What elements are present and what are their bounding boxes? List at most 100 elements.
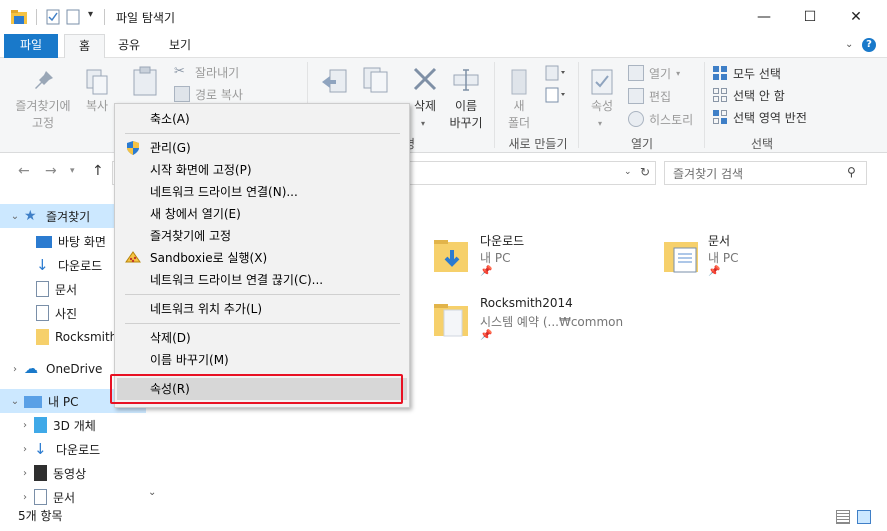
downloads-folder-icon bbox=[432, 236, 472, 276]
menu-item-map-network-drive[interactable]: 네트워크 드라이브 연결(N)... bbox=[117, 181, 407, 203]
desktop-icon bbox=[36, 236, 52, 248]
properties-quick-icon[interactable] bbox=[46, 9, 60, 25]
rename-button[interactable]: 이름 바꾸기 bbox=[446, 64, 486, 130]
nav-item-videos[interactable]: › 동영상 bbox=[0, 461, 86, 485]
menu-item-pin-quick-access[interactable]: 즐겨찾기에 고정 bbox=[117, 225, 407, 247]
recent-dropdown-icon[interactable]: ▾ bbox=[70, 166, 75, 176]
tab-file[interactable]: 파일 bbox=[4, 34, 58, 58]
nav-item-label: 동영상 bbox=[53, 466, 87, 481]
item-count: 5개 항목 bbox=[18, 509, 63, 523]
path-icon bbox=[174, 86, 190, 102]
menu-item-open-new-window[interactable]: 새 창에서 열기(E) bbox=[117, 203, 407, 225]
menu-item-rename[interactable]: 이름 바꾸기(M) bbox=[117, 349, 407, 371]
document-icon bbox=[36, 281, 49, 297]
back-arrow-icon[interactable]: ← bbox=[18, 163, 30, 179]
menu-item-delete[interactable]: 삭제(D) bbox=[117, 327, 407, 349]
minimize-button[interactable]: — bbox=[741, 0, 787, 34]
nav-item-label: 문서 bbox=[55, 282, 78, 297]
menu-item-collapse[interactable]: 축소(A) bbox=[117, 108, 407, 130]
new-folder-quick-icon[interactable] bbox=[66, 9, 80, 25]
tile-documents[interactable]: 문서 내 PC 📌 bbox=[662, 232, 862, 280]
refresh-icon[interactable]: ↻ bbox=[640, 165, 650, 179]
tile-downloads[interactable]: 다운로드 내 PC 📌 bbox=[432, 232, 632, 280]
chevron-right-icon: › bbox=[23, 491, 27, 503]
properties-button[interactable]: 속성 ▾ bbox=[584, 64, 620, 130]
open-button[interactable]: 열기 ▾ bbox=[628, 62, 680, 84]
menu-item-pin-to-start[interactable]: 시작 화면에 고정(P) bbox=[117, 159, 407, 181]
move-to-icon[interactable] bbox=[320, 68, 348, 96]
address-dropdown-icon[interactable]: ⌄ bbox=[624, 167, 632, 177]
computer-icon bbox=[24, 396, 42, 408]
new-folder-label-2: 폴더 bbox=[507, 116, 531, 130]
open-icon bbox=[628, 65, 644, 81]
nav-onedrive[interactable]: › ☁ OneDrive bbox=[0, 357, 102, 381]
nav-item-label: 바탕 화면 bbox=[58, 234, 106, 249]
copy-button[interactable]: 복사 bbox=[80, 64, 114, 130]
tab-home[interactable]: 홈 bbox=[64, 34, 106, 59]
delete-button[interactable]: 삭제 ▾ bbox=[406, 64, 444, 130]
clipboard-icon bbox=[132, 66, 158, 96]
nav-quick-access-label: 즐겨찾기 bbox=[46, 209, 91, 224]
separator bbox=[494, 62, 495, 148]
cut-button[interactable]: ✂ 잘라내기 bbox=[174, 61, 239, 83]
tile-name: Rocksmith2014 bbox=[480, 296, 573, 310]
menu-item-disconnect-network-drive[interactable]: 네트워크 드라이브 연결 끊기(C)... bbox=[117, 269, 407, 291]
nav-item-pictures[interactable]: 사진 bbox=[0, 301, 77, 325]
menu-item-manage[interactable]: 관리(G) bbox=[117, 137, 407, 159]
chevron-down-icon[interactable]: ⌄ bbox=[148, 487, 156, 498]
nav-item-3d-objects[interactable]: › 3D 개체 bbox=[0, 413, 96, 437]
nav-onedrive-label: OneDrive bbox=[46, 362, 103, 376]
details-view-icon[interactable] bbox=[836, 510, 850, 524]
close-button[interactable]: ✕ bbox=[833, 0, 879, 34]
nav-item-documents[interactable]: 문서 bbox=[0, 277, 77, 301]
nav-item-desktop[interactable]: 바탕 화면 bbox=[0, 229, 106, 253]
menu-item-add-network-location[interactable]: 네트워크 위치 추가(L) bbox=[117, 298, 407, 320]
search-icon: ⚲ bbox=[847, 165, 856, 179]
new-folder-button[interactable]: 새 폴더 bbox=[500, 64, 538, 130]
quick-access-dropdown-icon[interactable]: ▾ bbox=[88, 9, 93, 20]
nav-item-label: 3D 개체 bbox=[53, 418, 96, 433]
pin-icon: 📌 bbox=[480, 266, 493, 277]
documents-folder-icon bbox=[662, 236, 702, 276]
tile-rocksmith[interactable]: Rocksmith2014 시스템 예약 (...₩common 📌 bbox=[432, 296, 692, 344]
tab-share[interactable]: 공유 bbox=[104, 34, 154, 58]
easy-access-icon[interactable] bbox=[544, 86, 568, 104]
copy-path-button[interactable]: 경로 복사 bbox=[174, 83, 243, 105]
menu-item-label: 축소(A) bbox=[150, 112, 190, 126]
maximize-button[interactable]: ☐ bbox=[787, 0, 833, 34]
rename-icon bbox=[453, 68, 479, 92]
context-menu: 축소(A) 관리(G) 시작 화면에 고정(P) 네트워크 드라이브 연결(N)… bbox=[114, 103, 410, 408]
rename-label-1: 이름 bbox=[454, 99, 478, 113]
history-button[interactable]: 히스토리 bbox=[628, 108, 693, 130]
up-arrow-icon[interactable]: ↑ bbox=[92, 163, 104, 179]
large-icons-view-icon[interactable] bbox=[857, 510, 871, 524]
chevron-right-icon: › bbox=[23, 443, 27, 455]
edit-button[interactable]: 편집 bbox=[628, 85, 671, 107]
ribbon-tabs: 파일 홈 공유 보기 ⌄ ? bbox=[0, 34, 887, 59]
edit-icon bbox=[628, 88, 644, 104]
menu-separator bbox=[125, 133, 400, 134]
nav-item-pc-downloads[interactable]: › ↓ 다운로드 bbox=[0, 437, 100, 461]
properties-icon bbox=[590, 68, 614, 96]
nav-item-label: 다운로드 bbox=[56, 442, 101, 457]
nav-item-downloads[interactable]: ↓ 다운로드 bbox=[0, 253, 102, 277]
menu-item-label: 시작 화면에 고정(P) bbox=[150, 163, 252, 177]
new-item-icon[interactable] bbox=[544, 64, 568, 82]
nav-item-label: 다운로드 bbox=[58, 258, 103, 273]
separator bbox=[36, 9, 37, 25]
help-icon[interactable]: ? bbox=[862, 38, 876, 52]
forward-arrow-icon[interactable]: → bbox=[45, 163, 57, 179]
chevron-right-icon: › bbox=[23, 419, 27, 431]
scissors-icon: ✂ bbox=[174, 64, 185, 79]
copy-to-icon[interactable] bbox=[362, 66, 390, 94]
select-all-button[interactable]: 모두 선택 bbox=[712, 62, 781, 84]
chevron-down-icon[interactable]: ⌄ bbox=[845, 39, 853, 50]
search-input[interactable]: 즐겨찾기 검색 ⚲ bbox=[664, 161, 867, 185]
menu-item-sandboxie[interactable]: Sandboxie로 실행(X) bbox=[117, 247, 407, 269]
invert-selection-button[interactable]: 선택 영역 반전 bbox=[712, 106, 807, 128]
tile-name: 다운로드 bbox=[480, 234, 525, 248]
tab-view[interactable]: 보기 bbox=[155, 34, 205, 58]
pin-to-quick-access-button[interactable]: 즐겨찾기에 고정 bbox=[8, 64, 78, 130]
select-none-button[interactable]: 선택 안 함 bbox=[712, 84, 785, 106]
new-folder-icon bbox=[507, 68, 531, 96]
